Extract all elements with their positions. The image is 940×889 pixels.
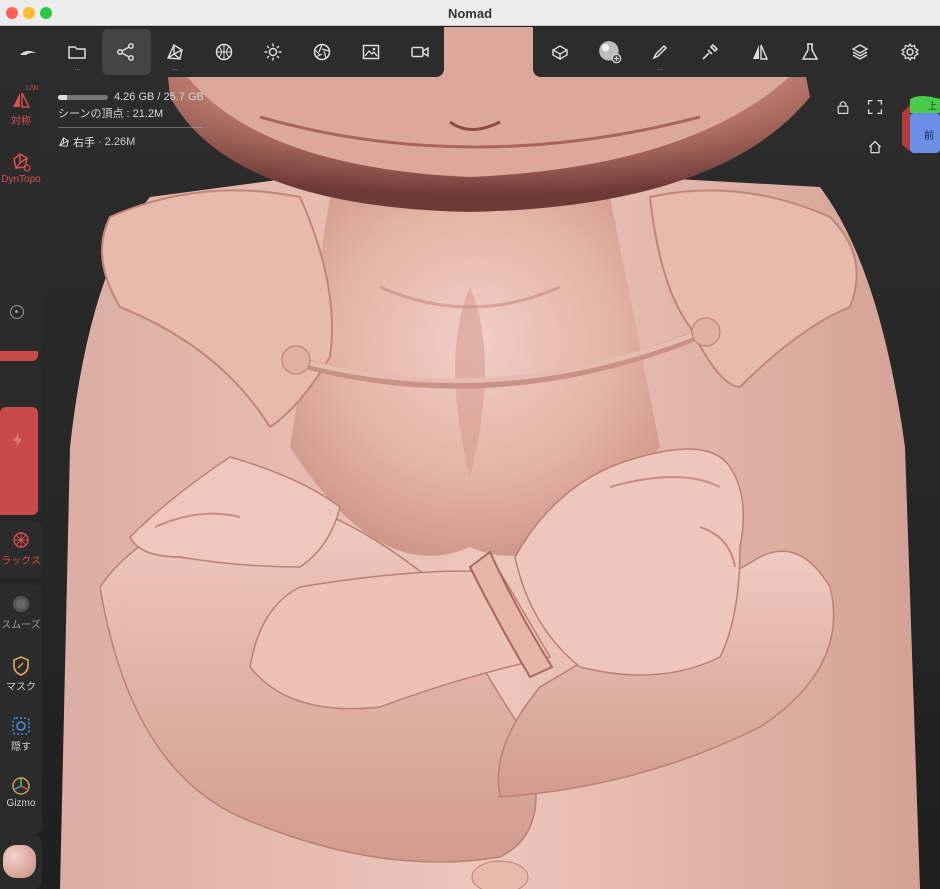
background-image-icon — [362, 44, 379, 60]
material-ball-icon — [599, 41, 622, 64]
tools-icon — [551, 45, 569, 61]
gizmo-icon — [12, 777, 30, 795]
symmetry-icon — [13, 92, 31, 108]
object-name: 右手 — [73, 137, 95, 149]
sculpt-model[interactable] — [0, 27, 940, 889]
files-button[interactable]: ... — [53, 29, 102, 75]
radius-slider[interactable] — [0, 213, 42, 361]
stroke-icon — [652, 44, 668, 60]
postprocess-icon — [313, 43, 331, 61]
symmetry-corner: L/W — [26, 85, 39, 92]
scene-info: 4.26 GB / 25.7 GB シーンの頂点 : 21.2M 右手 · 2.… — [58, 91, 208, 150]
info-divider — [58, 127, 203, 128]
mask-tool-button[interactable]: マスク — [0, 655, 42, 693]
dyntopo-toggle[interactable]: DynTopo — [0, 151, 42, 185]
radius-icon — [10, 305, 24, 319]
hide-label: 隠す — [11, 742, 31, 753]
symmetry-toggle[interactable]: 対称 L/W — [0, 85, 42, 127]
relax-label: ラックス — [1, 556, 41, 567]
dyntopo-label: DynTopo — [1, 174, 41, 185]
files-more-indicator: ... — [74, 65, 81, 72]
object-vertex-count: 2.26M — [104, 136, 136, 148]
topology-icon — [167, 43, 183, 60]
memory-bar — [58, 94, 108, 100]
smooth-icon — [13, 596, 29, 612]
3d-viewport[interactable]: ... ... ... 4.26 GB / 25.7 GB シーンの頂点: 2… — [0, 27, 940, 889]
memory-usage: 4.26 GB / 25.7 GB — [58, 91, 208, 103]
sculpt-toolbar: ... — [533, 27, 940, 77]
symmetry-label: 対称 — [11, 116, 31, 127]
home-view-button[interactable] — [866, 138, 884, 156]
layers-icon — [851, 44, 869, 60]
fullscreen-icon — [867, 99, 883, 115]
camera-icon — [410, 46, 429, 58]
postprocess-button[interactable] — [297, 29, 346, 75]
light-button[interactable] — [248, 29, 297, 75]
mask-label: マスク — [6, 682, 36, 693]
view-cube-front: 前 — [924, 129, 934, 142]
material-ball-button[interactable] — [585, 29, 635, 75]
fullscreen-button[interactable] — [866, 98, 884, 116]
memory-text: 4.26 GB / 25.7 GB — [114, 91, 204, 103]
scene-button[interactable] — [101, 29, 151, 75]
brush-settings-button[interactable] — [685, 29, 735, 75]
smooth-tool-button[interactable]: スムーズ — [0, 593, 42, 631]
smooth-label: スムーズ — [1, 620, 41, 631]
settings-button[interactable] — [885, 29, 935, 75]
hide-icon — [12, 717, 30, 735]
stroke-more-indicator: ... — [657, 65, 663, 72]
radius-slider-fill — [0, 351, 38, 361]
tools-button[interactable] — [535, 29, 585, 75]
selected-object[interactable]: 右手 · 2.26M — [58, 134, 208, 150]
nomad-logo-icon — [20, 50, 37, 55]
flask-button[interactable] — [785, 29, 835, 75]
relax-tool-button[interactable]: ラックス — [0, 529, 42, 567]
title-bar: Nomad — [0, 0, 940, 26]
gizmo-label: Gizmo — [6, 798, 36, 809]
material-button[interactable] — [200, 29, 249, 75]
mask-shield-icon — [13, 656, 29, 676]
mesh-icon — [59, 137, 69, 147]
topology-more-indicator: ... — [172, 65, 179, 72]
files-icon — [68, 46, 87, 59]
window-title: Nomad — [447, 6, 493, 21]
home-icon — [868, 140, 882, 154]
intensity-bolt-icon — [13, 432, 23, 448]
stroke-button[interactable]: ... — [635, 29, 685, 75]
view-cube[interactable]: 上 前 — [900, 95, 940, 159]
dyntopo-icon — [13, 153, 31, 172]
hide-tool-button[interactable]: 隠す — [0, 715, 42, 753]
nomad-menu-button[interactable] — [4, 29, 53, 75]
lock-icon — [837, 101, 849, 114]
scene-icon — [117, 43, 135, 61]
symmetry-button[interactable] — [735, 29, 785, 75]
relax-icon — [13, 532, 29, 548]
brush-settings-icon — [702, 43, 719, 60]
current-tool-preview[interactable] — [0, 835, 42, 889]
gizmo-tool-button[interactable]: Gizmo — [0, 775, 42, 809]
view-cube-top: 上 — [928, 101, 937, 112]
camera-button[interactable] — [395, 29, 444, 75]
symmetry-icon — [753, 44, 769, 60]
scene-vertex-count: シーンの頂点 : 21.2M — [58, 108, 164, 120]
light-icon — [264, 43, 282, 61]
memory-bar-fill — [58, 94, 67, 100]
lock-camera-button[interactable] — [834, 98, 852, 116]
material-sphere-icon — [215, 43, 233, 61]
settings-gear-icon — [900, 42, 920, 62]
intensity-slider[interactable] — [0, 365, 42, 515]
intensity-slider-fill — [0, 407, 38, 515]
tool-preview-sphere-icon — [3, 845, 36, 878]
flask-icon — [801, 43, 819, 60]
main-toolbar: ... ... — [0, 27, 444, 77]
background-button[interactable] — [346, 29, 395, 75]
topology-button[interactable]: ... — [151, 29, 200, 75]
layers-button[interactable] — [835, 29, 885, 75]
